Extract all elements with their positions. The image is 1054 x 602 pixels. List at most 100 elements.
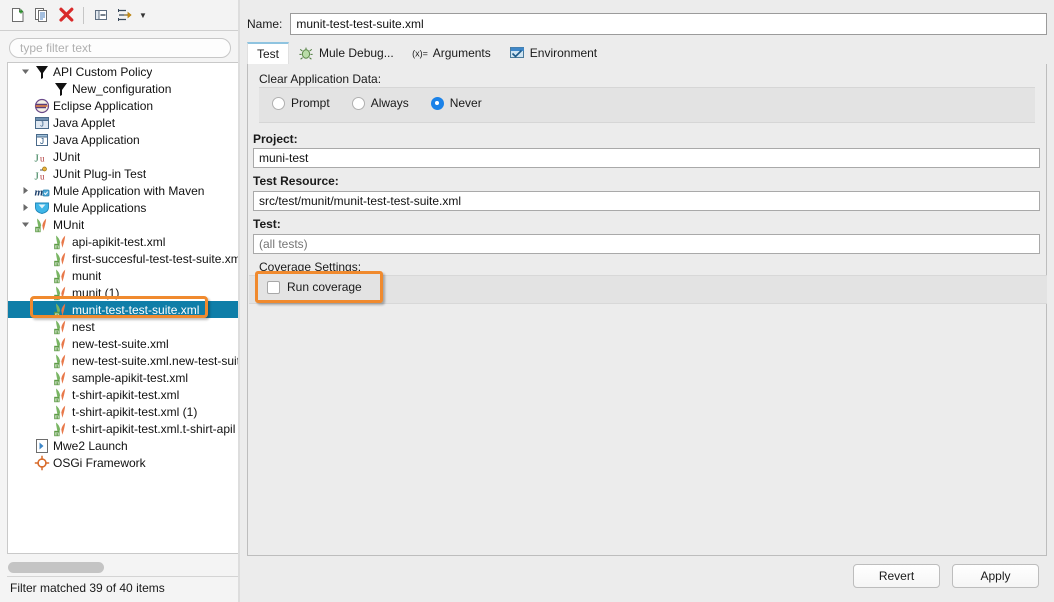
tree-twisty-none-icon bbox=[37, 267, 52, 284]
run-coverage-checkbox[interactable] bbox=[267, 281, 280, 294]
tree-item-label: API Custom Policy bbox=[53, 65, 152, 79]
tree-item-label: new-test-suite.xml bbox=[72, 337, 169, 351]
tree-twisty-none-icon bbox=[37, 80, 52, 97]
clear-app-data-label: Clear Application Data: bbox=[259, 72, 381, 86]
tree-twisty-none-icon bbox=[18, 97, 33, 114]
configurations-tree[interactable]: API Custom Policy New_configuration Eclips… bbox=[7, 62, 238, 554]
tab-arguments[interactable]: (x)= Arguments bbox=[403, 42, 500, 64]
tree-item[interactable]: New_configuration bbox=[8, 80, 238, 97]
svg-text:m: m bbox=[54, 295, 59, 301]
tree-item[interactable]: JuJUnit bbox=[8, 148, 238, 165]
tree-item-label: new-test-suite.xml.new-test-suit bbox=[72, 354, 238, 368]
svg-text:J: J bbox=[34, 152, 39, 164]
tab-test[interactable]: Test bbox=[247, 42, 289, 64]
junit-plugin-icon: Ju bbox=[33, 166, 50, 182]
tab-environment[interactable]: Environment bbox=[500, 42, 606, 64]
tree-item[interactable]: mMUnit bbox=[8, 216, 238, 233]
tree-item[interactable]: m Mule Application with Maven bbox=[8, 182, 238, 199]
tree-twisty-down-icon[interactable] bbox=[18, 216, 33, 233]
name-input[interactable] bbox=[290, 13, 1047, 35]
new-configuration-icon[interactable] bbox=[7, 4, 29, 26]
tree-twisty-none-icon bbox=[18, 131, 33, 148]
tree-item[interactable]: OSGi Framework bbox=[8, 454, 238, 471]
java-application-icon: J bbox=[33, 132, 50, 148]
clear-app-data-option[interactable]: Never bbox=[431, 96, 482, 110]
radio-never[interactable] bbox=[431, 97, 444, 110]
munit-icon: m bbox=[52, 285, 69, 301]
status-separator bbox=[7, 576, 238, 577]
tree-item[interactable]: msample-apikit-test.xml bbox=[8, 369, 238, 386]
munit-icon: m bbox=[52, 370, 69, 386]
svg-text:J: J bbox=[34, 170, 39, 182]
tab-label: Mule Debug... bbox=[319, 46, 394, 60]
tree-item[interactable]: mnew-test-suite.xml bbox=[8, 335, 238, 352]
svg-text:m: m bbox=[54, 278, 59, 284]
filter-dropdown-caret-icon[interactable]: ▼ bbox=[138, 4, 148, 26]
svg-text:m: m bbox=[54, 380, 59, 386]
mule-maven-icon: m bbox=[33, 183, 50, 199]
tree-item[interactable]: API Custom Policy bbox=[8, 63, 238, 80]
radio-always[interactable] bbox=[352, 97, 365, 110]
tree-item-label: Java Application bbox=[53, 133, 140, 147]
tree-item-label: Mule Application with Maven bbox=[53, 184, 204, 198]
radio-prompt[interactable] bbox=[272, 97, 285, 110]
tree-item[interactable]: mnew-test-suite.xml.new-test-suit bbox=[8, 352, 238, 369]
tree-item[interactable]: mapi-apikit-test.xml bbox=[8, 233, 238, 250]
svg-text:m: m bbox=[34, 186, 43, 198]
test-resource-input[interactable] bbox=[253, 191, 1040, 211]
tree-item-label: New_configuration bbox=[72, 82, 171, 96]
munit-icon: m bbox=[52, 268, 69, 284]
tree-item[interactable]: Mule Applications bbox=[8, 199, 238, 216]
tree-item[interactable]: JJava Application bbox=[8, 131, 238, 148]
tree-twisty-down-icon[interactable] bbox=[18, 63, 33, 80]
tree-item[interactable]: JuJUnit Plug-in Test bbox=[8, 165, 238, 182]
clear-app-data-option[interactable]: Always bbox=[352, 96, 409, 110]
configurations-toolbar: ▼ bbox=[0, 0, 238, 31]
munit-icon: m bbox=[52, 234, 69, 250]
collapse-all-icon[interactable] bbox=[90, 4, 112, 26]
duplicate-configuration-icon[interactable] bbox=[31, 4, 53, 26]
tree-item-label: munit-test-test-suite.xml bbox=[72, 303, 199, 317]
tab-mule-debug[interactable]: Mule Debug... bbox=[289, 42, 403, 64]
tree-item[interactable]: Mwe2 Launch bbox=[8, 437, 238, 454]
tree-item[interactable]: JJava Applet bbox=[8, 114, 238, 131]
tree-twisty-none-icon bbox=[37, 233, 52, 250]
revert-button[interactable]: Revert bbox=[853, 564, 940, 588]
tree-item[interactable]: mnest bbox=[8, 318, 238, 335]
tree-twisty-right-icon[interactable] bbox=[18, 199, 33, 216]
tree-item-label: Eclipse Application bbox=[53, 99, 153, 113]
svg-text:(x)=: (x)= bbox=[412, 49, 428, 59]
radio-label: Always bbox=[371, 96, 409, 110]
filter-sort-icon[interactable] bbox=[114, 4, 136, 26]
clear-app-data-option[interactable]: Prompt bbox=[272, 96, 330, 110]
tree-twisty-right-icon[interactable] bbox=[18, 182, 33, 199]
tree-twisty-none-icon bbox=[37, 420, 52, 437]
svg-text:m: m bbox=[54, 312, 59, 318]
munit-icon: m bbox=[52, 302, 69, 318]
apply-button[interactable]: Apply bbox=[952, 564, 1039, 588]
tree-item[interactable]: mmunit bbox=[8, 267, 238, 284]
tree-item-label: OSGi Framework bbox=[53, 456, 146, 470]
tree-item[interactable]: mfirst-succesful-test-test-suite.xm bbox=[8, 250, 238, 267]
tree-item[interactable]: mt-shirt-apikit-test.xml bbox=[8, 386, 238, 403]
project-label: Project: bbox=[253, 132, 298, 146]
variable-icon: (x)= bbox=[412, 45, 428, 61]
filter-input[interactable] bbox=[9, 38, 231, 58]
run-coverage-checkbox-row[interactable]: Run coverage bbox=[255, 271, 383, 303]
munit-icon: m bbox=[52, 353, 69, 369]
project-input[interactable] bbox=[253, 148, 1040, 168]
tree-item[interactable]: Eclipse Application bbox=[8, 97, 238, 114]
tree-item[interactable]: mt-shirt-apikit-test.xml.t-shirt-apil bbox=[8, 420, 238, 437]
test-tab-content: Clear Application Data: Prompt Always Neve… bbox=[247, 64, 1047, 556]
tree-item[interactable]: mmunit (1) bbox=[8, 284, 238, 301]
test-input[interactable] bbox=[253, 234, 1040, 254]
tree-item-selected[interactable]: m munit-test-test-suite.xml bbox=[8, 301, 238, 318]
tree-twisty-none-icon bbox=[37, 352, 52, 369]
tab-label: Arguments bbox=[433, 46, 491, 60]
munit-icon: m bbox=[33, 217, 50, 233]
tree-item[interactable]: mt-shirt-apikit-test.xml (1) bbox=[8, 403, 238, 420]
delete-configuration-icon[interactable] bbox=[55, 4, 77, 26]
tree-twisty-none-icon bbox=[37, 386, 52, 403]
eclipse-icon bbox=[33, 98, 50, 114]
tree-horizontal-scrollbar-thumb[interactable] bbox=[8, 562, 104, 573]
